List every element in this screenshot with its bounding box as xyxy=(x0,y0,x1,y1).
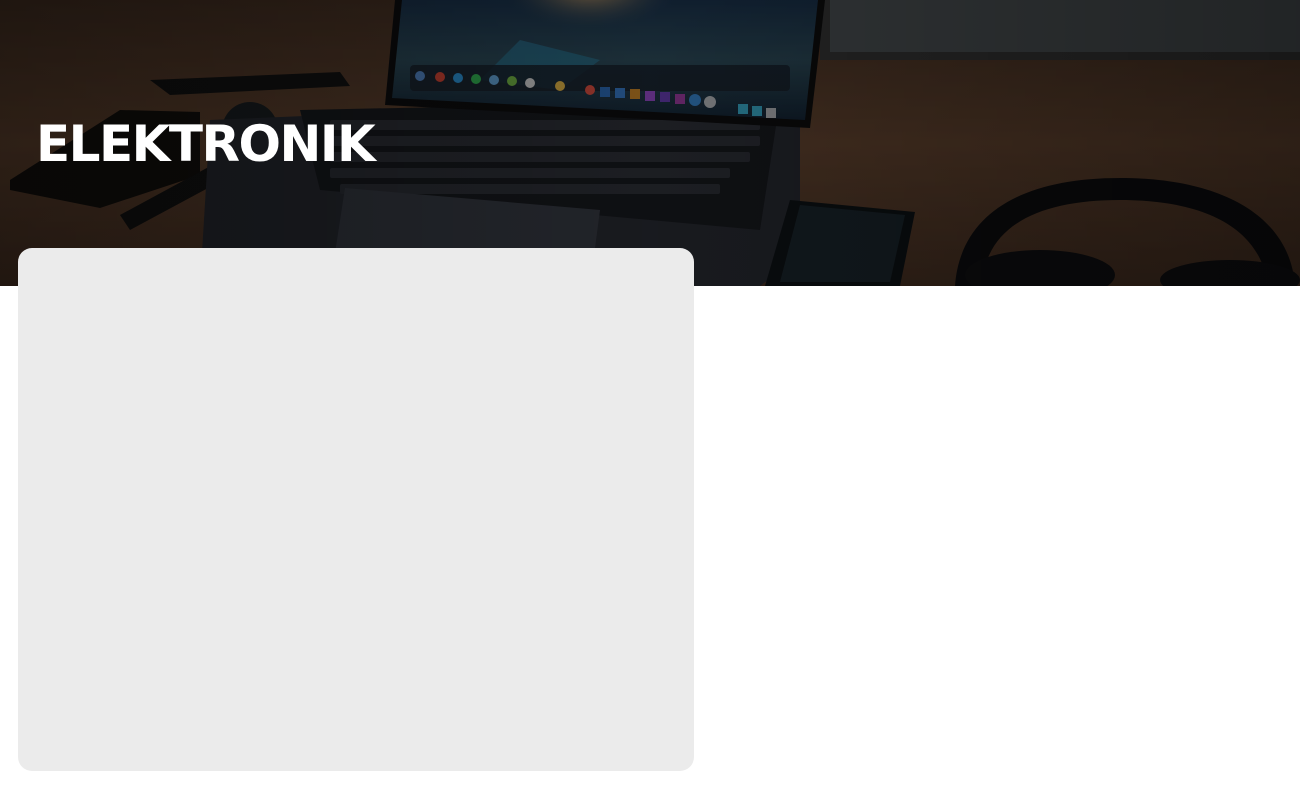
content-card-placeholder xyxy=(18,248,694,771)
hero-banner: ELEKTRONIK xyxy=(0,0,1300,286)
page-title: ELEKTRONIK xyxy=(36,115,376,173)
